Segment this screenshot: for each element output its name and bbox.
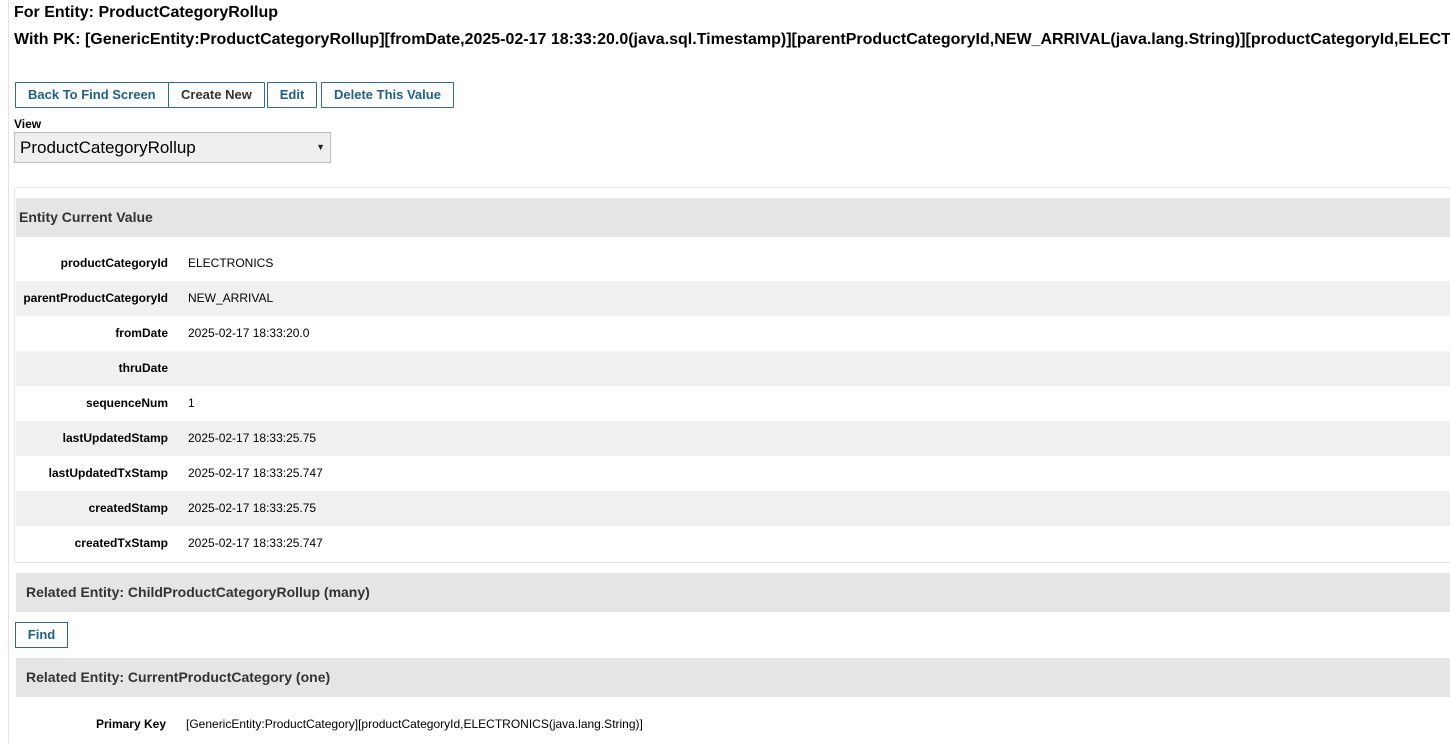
field-row: parentProductCategoryId NEW_ARRIVAL bbox=[16, 281, 1450, 316]
field-name: sequenceNum bbox=[85, 396, 168, 410]
primary-key-value: [GenericEntity:ProductCategory][productC… bbox=[186, 717, 643, 731]
view-select[interactable]: ProductCategoryRollup ▼ bbox=[14, 132, 331, 163]
field-row: productCategoryId ELECTRONICS bbox=[16, 246, 1450, 281]
field-value: 2025-02-17 18:33:25.75 bbox=[188, 501, 317, 515]
view-label: View bbox=[14, 117, 42, 131]
related-current-header: Related Entity: CurrentProductCategory (… bbox=[16, 658, 1450, 697]
field-row: createdStamp 2025-02-17 18:33:25.75 bbox=[16, 491, 1450, 526]
field-value: NEW_ARRIVAL bbox=[188, 291, 274, 305]
related-child-header: Related Entity: ChildProductCategoryRoll… bbox=[16, 573, 1450, 612]
current-value-header: Entity Current Value bbox=[16, 198, 1450, 237]
field-row: lastUpdatedStamp 2025-02-17 18:33:25.75 bbox=[16, 421, 1450, 456]
field-row: fromDate 2025-02-17 18:33:20.0 bbox=[16, 316, 1450, 351]
field-value: 2025-02-17 18:33:20.0 bbox=[188, 326, 310, 340]
field-row: sequenceNum 1 bbox=[16, 386, 1450, 421]
primary-key-label: Primary Key bbox=[95, 717, 166, 731]
field-name: fromDate bbox=[115, 326, 168, 340]
field-name: createdStamp bbox=[88, 501, 168, 515]
field-value: 1 bbox=[188, 396, 195, 410]
primary-key-row: Primary Key [GenericEntity:ProductCatego… bbox=[16, 708, 1450, 741]
field-name: thruDate bbox=[118, 361, 168, 375]
field-value: 2025-02-17 18:33:25.747 bbox=[188, 536, 323, 550]
field-name: parentProductCategoryId bbox=[23, 291, 168, 305]
view-select-value: ProductCategoryRollup bbox=[20, 138, 196, 157]
field-value: ELECTRONICS bbox=[188, 256, 274, 270]
back-to-find-button[interactable]: Back To Find Screen bbox=[15, 82, 169, 108]
field-name: lastUpdatedStamp bbox=[62, 431, 168, 445]
field-row: lastUpdatedTxStamp 2025-02-17 18:33:25.7… bbox=[16, 456, 1450, 491]
create-new-button[interactable]: Create New bbox=[168, 82, 265, 108]
field-name: productCategoryId bbox=[60, 256, 168, 270]
field-name: createdTxStamp bbox=[74, 536, 168, 550]
edit-button[interactable]: Edit bbox=[267, 82, 317, 108]
left-divider bbox=[8, 0, 9, 743]
field-value: 2025-02-17 18:33:25.747 bbox=[188, 466, 323, 480]
field-row: createdTxStamp 2025-02-17 18:33:25.747 bbox=[16, 526, 1450, 561]
chevron-down-icon: ▼ bbox=[316, 142, 325, 152]
entity-view-page: For Entity: ProductCategoryRollup With P… bbox=[0, 0, 1450, 743]
field-value: 2025-02-17 18:33:25.75 bbox=[188, 431, 317, 445]
find-button[interactable]: Find bbox=[15, 622, 68, 648]
field-row: thruDate bbox=[16, 351, 1450, 386]
pk-title: With PK: [GenericEntity:ProductCategoryR… bbox=[14, 31, 1450, 48]
delete-value-button[interactable]: Delete This Value bbox=[321, 82, 454, 108]
entity-title: For Entity: ProductCategoryRollup bbox=[14, 4, 278, 21]
field-name: lastUpdatedTxStamp bbox=[48, 466, 168, 480]
